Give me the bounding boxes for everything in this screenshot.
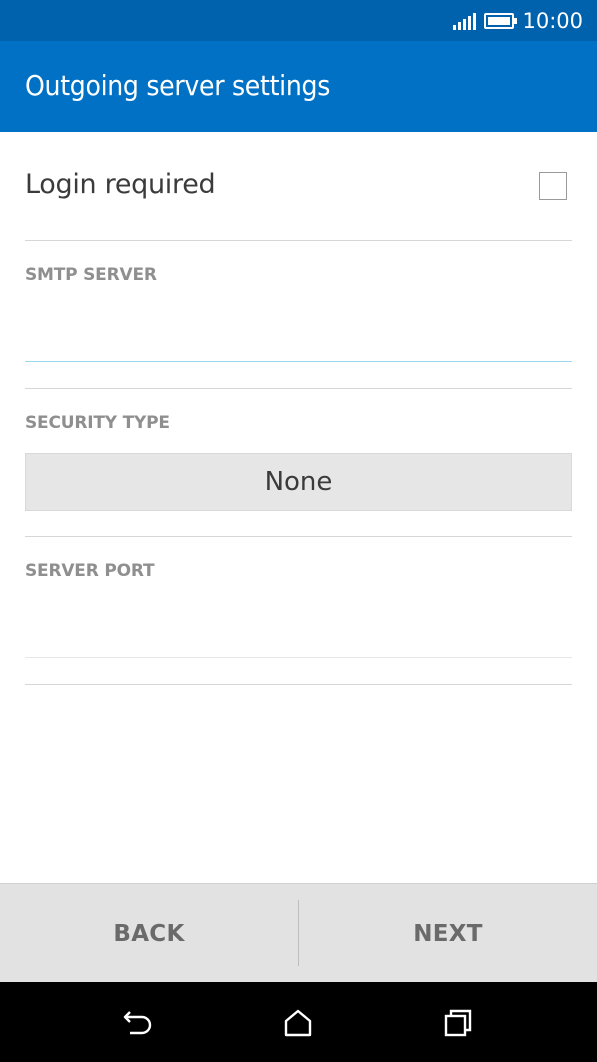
security-type-select[interactable]: None: [25, 453, 572, 511]
app-bar: Outgoing server settings: [0, 41, 597, 132]
back-arrow-icon[interactable]: [122, 1006, 156, 1040]
battery-full-icon: [484, 12, 518, 29]
divider: [25, 536, 572, 537]
status-bar: 10:00: [0, 0, 597, 41]
server-port-input[interactable]: [25, 598, 572, 658]
home-icon[interactable]: [281, 1006, 315, 1040]
security-type-value: None: [264, 467, 333, 497]
divider: [25, 388, 572, 389]
smtp-server-header: SMTP SERVER: [25, 265, 157, 285]
action-bar: BACK NEXT: [0, 883, 597, 982]
server-port-header: SERVER PORT: [25, 561, 155, 581]
divider: [25, 684, 572, 685]
page-title: Outgoing server settings: [25, 69, 331, 102]
back-button[interactable]: BACK: [0, 884, 298, 983]
signal-bars-icon: [453, 12, 477, 30]
status-icons: 10:00: [453, 0, 583, 41]
login-required-label: Login required: [25, 169, 216, 200]
navigation-bar: [0, 982, 597, 1062]
security-type-header: SECURITY TYPE: [25, 413, 170, 433]
next-button[interactable]: NEXT: [299, 884, 597, 983]
login-required-row[interactable]: Login required: [25, 132, 572, 241]
login-required-checkbox[interactable]: [539, 172, 567, 200]
recent-apps-icon[interactable]: [441, 1006, 475, 1040]
smtp-server-input[interactable]: [25, 302, 572, 362]
status-clock: 10:00: [522, 8, 583, 33]
